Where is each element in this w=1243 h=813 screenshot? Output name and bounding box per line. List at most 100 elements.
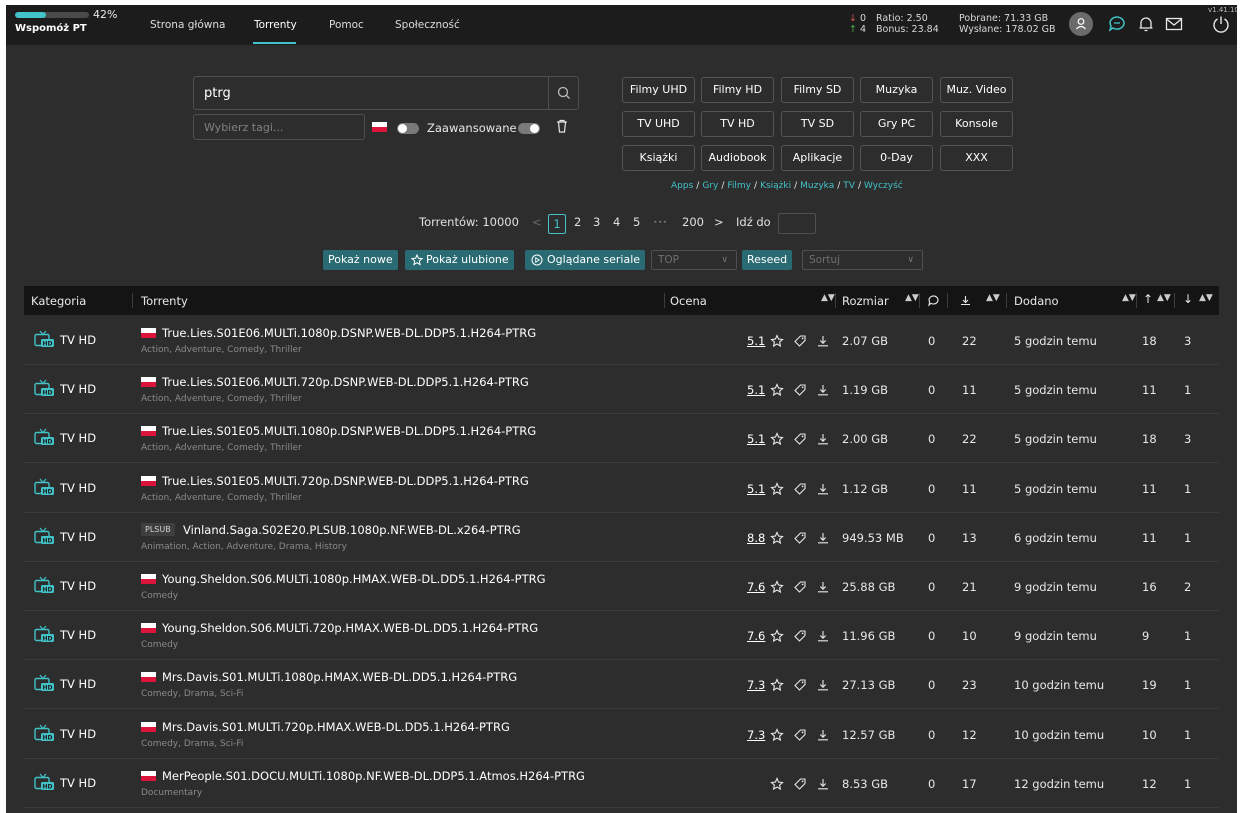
cat-aplikacje[interactable]: Aplikacje bbox=[781, 145, 854, 171]
rating-link[interactable]: 7.3 bbox=[747, 678, 765, 692]
cat-tv-sd[interactable]: TV SD bbox=[781, 111, 854, 137]
sort-rating-icon[interactable]: ▲▼ bbox=[821, 293, 835, 303]
page-5[interactable]: 5 bbox=[633, 215, 640, 229]
chat-icon[interactable] bbox=[1107, 14, 1127, 34]
rating-link[interactable]: 5.1 bbox=[747, 383, 765, 397]
tag-icon[interactable] bbox=[793, 727, 807, 741]
search-input-value[interactable]: ptrg bbox=[204, 86, 231, 101]
table-row[interactable]: HD TV HD True.Lies.S01E05.MULTi.1080p.DSNP… bbox=[24, 414, 1219, 464]
favorite-star-icon[interactable] bbox=[770, 628, 784, 643]
tags-input[interactable]: Wybierz tagi... bbox=[193, 114, 365, 140]
search-button[interactable] bbox=[548, 77, 578, 109]
tag-icon[interactable] bbox=[793, 382, 807, 396]
cat-muzyka[interactable]: Muzyka bbox=[860, 77, 933, 103]
cat-ksiazki[interactable]: Książki bbox=[622, 145, 695, 171]
col-added[interactable]: Dodano bbox=[1014, 294, 1059, 308]
torrent-name-link[interactable]: True.Lies.S01E06.MULTi.1080p.DSNP.WEB-DL… bbox=[162, 326, 536, 340]
tag-icon[interactable] bbox=[793, 579, 807, 593]
crumb-apps[interactable]: Apps bbox=[671, 181, 693, 191]
seeders-icon[interactable]: ↑ bbox=[1143, 292, 1153, 306]
table-row[interactable]: HD TV HD Mrs.Davis.S01.MULTi.720p.HMAX.WEB… bbox=[24, 710, 1219, 759]
nav-community[interactable]: Społeczność bbox=[395, 19, 460, 31]
torrent-name-link[interactable]: Young.Sheldon.S06.MULTi.1080p.HMAX.WEB-D… bbox=[162, 572, 546, 586]
category-label[interactable]: TV HD bbox=[60, 382, 96, 396]
rating-link[interactable]: 5.1 bbox=[747, 334, 765, 348]
cat-tv-uhd[interactable]: TV UHD bbox=[622, 111, 695, 137]
sort-seeders-icon[interactable]: ▲▼ bbox=[1157, 293, 1171, 303]
torrent-name-link[interactable]: Young.Sheldon.S06.MULTi.720p.HMAX.WEB-DL… bbox=[162, 621, 538, 635]
support-widget[interactable]: 42% Wspomóż PT bbox=[15, 8, 125, 41]
polish-only-toggle[interactable] bbox=[397, 123, 419, 134]
cat-0day[interactable]: 0-Day bbox=[860, 145, 933, 171]
download-icon[interactable] bbox=[816, 677, 830, 691]
favorite-star-icon[interactable] bbox=[770, 530, 784, 544]
crumb-filmy[interactable]: Filmy bbox=[727, 181, 751, 191]
trash-icon[interactable] bbox=[555, 118, 569, 134]
col-torrents[interactable]: Torrenty bbox=[141, 294, 188, 308]
tag-icon[interactable] bbox=[793, 677, 807, 692]
download-icon[interactable] bbox=[816, 530, 830, 544]
torrent-name-link[interactable]: True.Lies.S01E05.MULTi.720p.DSNP.WEB-DL.… bbox=[162, 474, 529, 488]
category-label[interactable]: TV HD bbox=[60, 481, 96, 495]
cat-gry-pc[interactable]: Gry PC bbox=[860, 111, 933, 137]
reseed-button[interactable]: Reseed bbox=[742, 250, 793, 270]
table-row[interactable]: HD TV HD True.Lies.S01E06.MULTi.720p.DSNP.… bbox=[24, 365, 1219, 415]
crumb-tv[interactable]: TV bbox=[843, 181, 855, 191]
rating-link[interactable]: 7.6 bbox=[747, 580, 765, 594]
table-row[interactable]: HD TV HD Young.Sheldon.S06.MULTi.720p.HMAX… bbox=[24, 611, 1219, 661]
search-field[interactable]: ptrg bbox=[193, 76, 579, 110]
page-4[interactable]: 4 bbox=[613, 215, 620, 229]
cat-xxx[interactable]: XXX bbox=[940, 145, 1013, 171]
favorite-star-icon[interactable] bbox=[770, 431, 784, 446]
favorite-star-icon[interactable] bbox=[770, 481, 784, 495]
category-label[interactable]: TV HD bbox=[60, 579, 96, 593]
torrent-name-link[interactable]: True.Lies.S01E05.MULTi.1080p.DSNP.WEB-DL… bbox=[162, 424, 536, 438]
table-row[interactable]: HD TV HD Mrs.Davis.S01.MULTi.1080p.HMAX.WE… bbox=[24, 660, 1219, 710]
download-icon[interactable] bbox=[816, 727, 830, 741]
favorite-star-icon[interactable] bbox=[770, 382, 784, 397]
cat-audiobook[interactable]: Audiobook bbox=[701, 145, 774, 171]
category-label[interactable]: TV HD bbox=[60, 727, 96, 741]
torrent-name-link[interactable]: Mrs.Davis.S01.MULTi.1080p.HMAX.WEB-DL.DD… bbox=[162, 670, 517, 684]
rating-link[interactable]: 7.6 bbox=[747, 629, 765, 643]
torrent-name-link[interactable]: True.Lies.S01E06.MULTi.720p.DSNP.WEB-DL.… bbox=[162, 375, 529, 389]
advanced-toggle[interactable] bbox=[518, 123, 540, 134]
leechers-icon[interactable]: ↓ bbox=[1183, 292, 1193, 306]
download-icon[interactable] bbox=[816, 579, 830, 593]
show-new-button[interactable]: Pokaż nowe bbox=[323, 250, 398, 270]
page-3[interactable]: 3 bbox=[593, 215, 600, 229]
sort-size-icon[interactable]: ▲▼ bbox=[905, 293, 919, 303]
rating-link[interactable]: 8.8 bbox=[747, 531, 765, 545]
tag-icon[interactable] bbox=[793, 628, 807, 642]
user-avatar[interactable] bbox=[1069, 12, 1093, 36]
goto-page-input[interactable] bbox=[778, 213, 816, 234]
next-page-button[interactable]: > bbox=[714, 215, 724, 229]
favorite-star-icon[interactable] bbox=[770, 677, 784, 692]
torrent-name-link[interactable]: MerPeople.S01.DOCU.MULTi.1080p.NF.WEB-DL… bbox=[162, 769, 585, 783]
table-row[interactable]: HD TV HD True.Lies.S01E06.MULTi.1080p.DSNP… bbox=[24, 316, 1219, 365]
sort-leechers-icon[interactable]: ▲▼ bbox=[1199, 293, 1213, 303]
category-label[interactable]: TV HD bbox=[60, 431, 96, 445]
rating-link[interactable]: 5.1 bbox=[747, 482, 765, 496]
category-label[interactable]: TV HD bbox=[60, 677, 96, 691]
tag-icon[interactable] bbox=[793, 776, 807, 790]
tag-icon[interactable] bbox=[793, 481, 807, 495]
crumb-clear[interactable]: Wyczyść bbox=[864, 181, 903, 191]
crumb-gry[interactable]: Gry bbox=[702, 181, 718, 191]
download-icon[interactable] bbox=[816, 333, 830, 347]
download-icon[interactable] bbox=[816, 628, 830, 642]
mail-icon[interactable] bbox=[1164, 14, 1184, 34]
watched-series-button[interactable]: Oglądane seriale bbox=[525, 250, 646, 270]
rating-link[interactable]: 7.3 bbox=[747, 728, 765, 742]
prev-page-button[interactable]: < bbox=[532, 215, 542, 229]
cat-filmy-sd[interactable]: Filmy SD bbox=[781, 77, 854, 103]
nav-home[interactable]: Strona główna bbox=[150, 19, 225, 31]
category-label[interactable]: TV HD bbox=[60, 776, 96, 790]
download-icon[interactable] bbox=[816, 776, 830, 790]
comments-icon[interactable] bbox=[927, 294, 940, 307]
download-icon[interactable] bbox=[816, 382, 830, 396]
page-2[interactable]: 2 bbox=[574, 215, 581, 229]
tag-icon[interactable] bbox=[793, 530, 807, 544]
table-row[interactable]: HD TV HD True.Lies.S01E05.MULTi.720p.DSNP.… bbox=[24, 464, 1219, 513]
table-row[interactable]: HD TV HD Young.Sheldon.S06.MULTi.1080p.HMA… bbox=[24, 562, 1219, 611]
